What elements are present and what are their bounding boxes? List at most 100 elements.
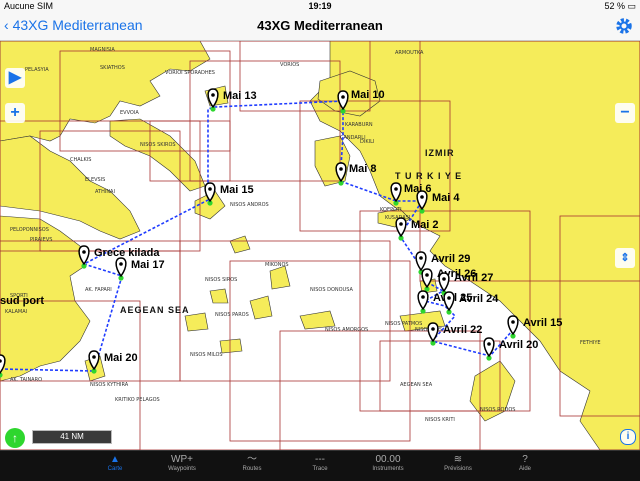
map-pin-icon xyxy=(507,315,519,336)
tab-waypoints[interactable]: WP+ Waypoints xyxy=(152,451,212,481)
waypoint-marker[interactable]: Avril 24 xyxy=(443,291,499,315)
pin-center-dot xyxy=(511,320,515,324)
map-pin-icon xyxy=(427,322,439,343)
settings-button[interactable] xyxy=(614,16,634,41)
waypoint-marker[interactable]: Mai 2 xyxy=(395,217,439,241)
waypoint-label: Mai 15 xyxy=(220,184,254,196)
status-bar: Aucune SIM 19:19 52 % ▭ xyxy=(0,0,640,12)
tab-aide[interactable]: ? Aide xyxy=(495,451,555,481)
waypoint-marker[interactable]: Mai 17 xyxy=(115,257,165,281)
place-label: NISOS DONOUSA xyxy=(310,287,353,293)
place-label: AK. FAPARI xyxy=(85,287,112,293)
instruments-icon: 00.00 xyxy=(375,454,401,465)
aegean-sea-label: AEGEAN SEA xyxy=(120,305,190,315)
battery-icon: ▭ xyxy=(627,1,636,11)
map-pin-icon xyxy=(395,217,407,238)
tab-bar: ▲ Carte WP+ Waypoints 〜 Routes --- Trace… xyxy=(0,450,640,481)
navigation-bar: ‹ 43XG Mediterranean 43XG Mediterranean xyxy=(0,12,640,41)
pin-center-dot xyxy=(420,195,424,199)
pin-center-dot xyxy=(447,296,451,300)
place-label: FETHIYE xyxy=(580,340,601,346)
pin-center-dot xyxy=(339,167,343,171)
trace-icon: --- xyxy=(315,454,325,465)
pin-center-dot xyxy=(419,256,423,260)
help-icon: ? xyxy=(522,454,528,465)
tab-trace[interactable]: --- Trace xyxy=(290,451,350,481)
play-icon: ▶ xyxy=(8,69,22,86)
waypoint-label: Mai 13 xyxy=(223,90,257,102)
place-label: NISOS AMORGOS xyxy=(325,327,368,333)
waypoint-marker[interactable]: Mai 8 xyxy=(335,162,377,186)
chevron-left-icon: ‹ xyxy=(4,17,9,33)
pin-center-dot xyxy=(394,187,398,191)
place-label: ATHINAI xyxy=(95,189,115,195)
waypoint-label: Mai 2 xyxy=(411,219,439,231)
info-button[interactable]: i xyxy=(620,429,636,445)
zoom-out-button[interactable]: − xyxy=(615,103,635,123)
tab-routes[interactable]: 〜 Routes xyxy=(222,451,282,481)
tab-instruments[interactable]: 00.00 Instruments xyxy=(358,451,418,481)
back-button[interactable]: ‹ 43XG Mediterranean xyxy=(4,17,143,33)
place-label: KRITIKO PELAGOS xyxy=(115,397,160,403)
nautical-chart[interactable]: MAGNISIA SKIATHOS VORIOI SPORADHES VORIOS AR… xyxy=(0,41,640,450)
turkiye-label: T U R K I Y E xyxy=(395,171,462,181)
arrow-up-icon: ↑ xyxy=(12,431,18,445)
pin-center-dot xyxy=(425,273,429,277)
pin-center-dot xyxy=(399,222,403,226)
place-label: KALAMAI xyxy=(5,309,27,315)
up-down-button[interactable]: ⇕ xyxy=(615,248,635,268)
pin-center-dot xyxy=(341,95,345,99)
location-button[interactable]: ↑ xyxy=(5,428,25,448)
place-label: NISOS SIROS xyxy=(205,277,237,283)
map-pin-icon xyxy=(417,290,429,311)
waypoint-label: Mai 10 xyxy=(351,89,385,101)
zoom-in-button[interactable]: + xyxy=(5,103,25,123)
izmir-label: IZMIR xyxy=(425,148,455,158)
pin-center-dot xyxy=(119,262,123,266)
navigation-arrow-icon: ▲ xyxy=(110,454,120,465)
scale-bar: 41 NM xyxy=(32,430,112,444)
waypoint-label: Avril 24 xyxy=(459,293,499,305)
waypoint-plus-icon: WP+ xyxy=(171,454,193,465)
place-label: PIRAIEVS xyxy=(30,237,52,243)
place-label: NISOS PAROS xyxy=(215,312,249,318)
place-label: VORIOS xyxy=(280,62,299,68)
place-label: NISOS KRITI xyxy=(425,417,455,423)
route-icon: 〜 xyxy=(247,454,257,465)
place-label: MAGNISIA xyxy=(90,47,115,53)
waypoint-label: Grece kilada xyxy=(94,247,160,259)
place-label: EVVOIA xyxy=(120,110,139,116)
place-label: PELOPONNISOS xyxy=(10,227,49,233)
tab-carte[interactable]: ▲ Carte xyxy=(85,451,145,481)
place-label: NISOS KYTHIRA xyxy=(90,382,129,388)
place-label: DIKILI xyxy=(360,139,374,145)
waypoint-marker[interactable]: Mai 20 xyxy=(88,350,138,374)
play-button[interactable]: ▶ xyxy=(5,68,25,88)
waypoint-label: Mai 20 xyxy=(104,352,138,364)
sud-port-label: sud port xyxy=(0,295,44,307)
map-pin-icon xyxy=(415,251,427,272)
waypoint-label: Avril 15 xyxy=(523,317,562,329)
place-label: VORIOI SPORADHES xyxy=(165,70,215,76)
waypoint-label: Mai 4 xyxy=(432,192,460,204)
pin-center-dot xyxy=(487,342,491,346)
pin-center-dot xyxy=(211,93,215,97)
place-label: ARMOUTKA xyxy=(395,50,424,56)
pin-center-dot xyxy=(431,327,435,331)
place-label: ELEVSIS xyxy=(85,177,105,183)
plus-icon: + xyxy=(10,104,20,121)
place-label: CHALKIS xyxy=(70,157,91,163)
info-icon: i xyxy=(626,431,630,442)
tab-previsions[interactable]: ≋ Prévisions xyxy=(428,451,488,481)
pin-center-dot xyxy=(82,250,86,254)
place-label: AEGEAN SEA xyxy=(400,382,433,388)
waypoint-label: Mai 17 xyxy=(131,259,165,271)
place-label: NISOS RODOS xyxy=(480,407,515,413)
up-down-icon: ⇕ xyxy=(620,252,630,264)
place-label: PELASYIA xyxy=(25,67,49,73)
waypoint-marker[interactable]: Mai 13 xyxy=(207,88,257,112)
place-label: SKIATHOS xyxy=(100,65,125,71)
forecast-icon: ≋ xyxy=(453,454,463,465)
place-label: KOEPOTI xyxy=(380,207,402,213)
pin-center-dot xyxy=(208,187,212,191)
